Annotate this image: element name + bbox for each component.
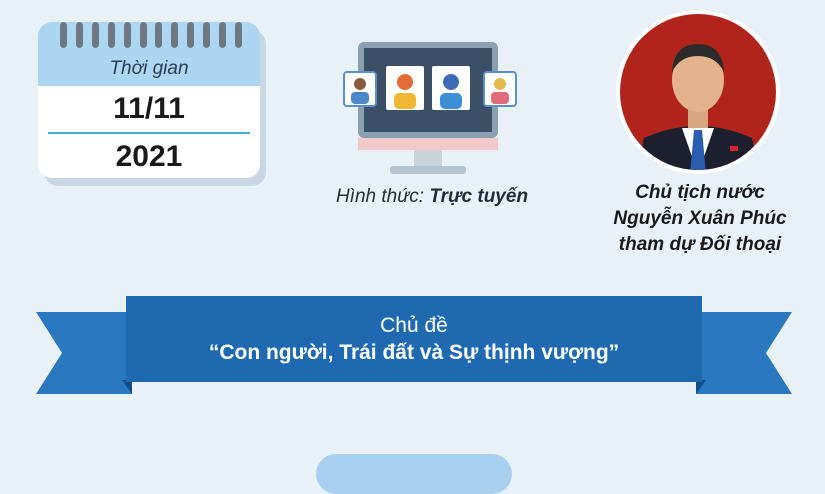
attendee-caption: Chủ tịch nước Nguyễn Xuân Phúc tham dự Đ… — [580, 180, 820, 258]
format-value: Trực tuyến — [429, 186, 529, 207]
attendee-name: Nguyễn Xuân Phúc — [613, 208, 787, 229]
attendee-action: tham dự Đối thoại — [618, 234, 782, 255]
calendar-label: Thời gian — [109, 58, 189, 79]
calendar-date: 11/11 — [113, 92, 185, 125]
date-calendar: Thời gian 11/11 2021 — [38, 22, 266, 186]
calendar-rings — [60, 22, 242, 50]
theme-text: “Con người, Trái đất và Sự thịnh vượng” — [208, 341, 620, 364]
video-conference-icon — [330, 38, 530, 178]
theme-title: Chủ đề — [380, 314, 448, 337]
attendee-title: Chủ tịch nước — [635, 182, 765, 203]
next-section-pill — [316, 454, 512, 494]
format-label: Hình thức: — [335, 186, 425, 207]
calendar-divider — [48, 132, 250, 134]
leader-portrait — [616, 10, 780, 174]
theme-ribbon: Chủ đề “Con người, Trái đất và Sự thịnh … — [36, 296, 792, 400]
calendar-year: 2021 — [115, 140, 183, 173]
format-text: Hình thức: Trực tuyến — [312, 186, 552, 208]
